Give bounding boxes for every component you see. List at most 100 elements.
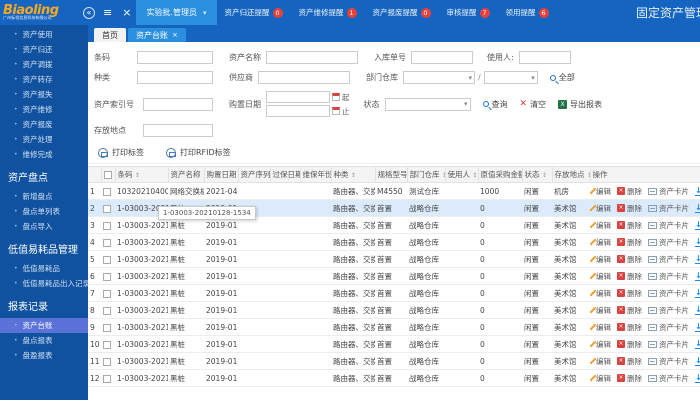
asset-card-button[interactable]: 资产卡片 bbox=[648, 305, 689, 316]
sidebar-item-低值易耗品出入记录[interactable]: • 低值易耗品出入记录 bbox=[0, 276, 88, 291]
download-button[interactable]: ↓下载 bbox=[695, 356, 700, 367]
delete-button[interactable]: × 删除 bbox=[617, 237, 642, 248]
asset-card-button[interactable]: 资产卡片 bbox=[648, 373, 689, 384]
edit-button[interactable]: 编辑 bbox=[590, 254, 611, 265]
reminder-tab-3[interactable]: 审核提醒 7 bbox=[439, 7, 498, 18]
calendar-icon[interactable] bbox=[332, 93, 340, 101]
delete-button[interactable]: × 删除 bbox=[617, 305, 642, 316]
edit-button[interactable]: 编辑 bbox=[590, 271, 611, 282]
edit-button[interactable]: 编辑 bbox=[590, 305, 611, 316]
status-select[interactable]: ▾ bbox=[384, 97, 471, 111]
sort-icon[interactable]: ↕ bbox=[135, 172, 140, 179]
download-button[interactable]: ↓下载 bbox=[695, 339, 700, 350]
asset-card-button[interactable]: 资产卡片 bbox=[648, 254, 689, 265]
date-from-input[interactable] bbox=[266, 91, 330, 103]
supplier-input[interactable] bbox=[258, 71, 350, 84]
tab-close-icon[interactable]: × bbox=[172, 31, 178, 39]
asset-index-input[interactable] bbox=[143, 97, 213, 111]
col-header-种类[interactable]: 种类 ↕ bbox=[331, 166, 376, 183]
sidebar-item-资产处理[interactable]: • 资产处理 bbox=[0, 132, 88, 147]
user-input[interactable] bbox=[518, 51, 571, 64]
sidebar-item-资产调拨[interactable]: • 资产调拨 bbox=[0, 57, 88, 72]
col-header-资产名称[interactable]: 资产名称 ↕ bbox=[168, 166, 205, 183]
sort-icon[interactable]: ↕ bbox=[542, 172, 547, 179]
sidebar-item-盘点单列表[interactable]: • 盘点单列表 bbox=[0, 204, 88, 219]
col-header-规格型号[interactable]: 规格型号 ↕ bbox=[375, 166, 408, 183]
row-checkbox[interactable] bbox=[103, 272, 111, 281]
reminder-tab-1[interactable]: 资产维修提醒 1 bbox=[291, 7, 365, 18]
print-label-button[interactable]: 打印标签 bbox=[98, 147, 144, 158]
download-button[interactable]: ↓下载 bbox=[695, 288, 700, 299]
sort-icon[interactable]: ↕ bbox=[351, 172, 356, 179]
reminder-tab-2[interactable]: 资产报废提醒 0 bbox=[365, 7, 439, 18]
asset-card-button[interactable]: 资产卡片 bbox=[648, 271, 689, 282]
row-checkbox[interactable] bbox=[103, 374, 111, 383]
delete-button[interactable]: × 删除 bbox=[617, 339, 642, 350]
delete-button[interactable]: × 删除 bbox=[617, 288, 642, 299]
asset-card-button[interactable]: 资产卡片 bbox=[648, 339, 689, 350]
tab-首页[interactable]: 首页 bbox=[94, 28, 126, 42]
menu-icon[interactable]: ≡ bbox=[103, 6, 112, 19]
edit-button[interactable]: 编辑 bbox=[590, 356, 611, 367]
asset-card-button[interactable]: 资产卡片 bbox=[648, 203, 689, 214]
col-header-使用人[interactable]: 使用人 ↕ bbox=[445, 166, 479, 183]
col-header-过保日期[interactable]: 过保日期 ↕ bbox=[270, 166, 301, 183]
col-header-状态[interactable]: 状态 ↕ bbox=[522, 166, 553, 183]
download-button[interactable]: ↓下载 bbox=[695, 305, 700, 316]
print-rfid-label-button[interactable]: 打印RFID标签 bbox=[166, 147, 231, 158]
asset-card-button[interactable]: 资产卡片 bbox=[648, 356, 689, 367]
download-button[interactable]: ↓下载 bbox=[695, 322, 700, 333]
delete-button[interactable]: × 删除 bbox=[617, 322, 642, 333]
asset-card-button[interactable]: 资产卡片 bbox=[648, 288, 689, 299]
warehouse-select[interactable]: ▾ bbox=[483, 71, 538, 84]
row-checkbox[interactable] bbox=[103, 323, 111, 332]
sidebar-item-新增盘点[interactable]: • 新增盘点 bbox=[0, 189, 88, 204]
sidebar-item-资产台账[interactable]: • 资产台账 bbox=[0, 318, 88, 333]
barcode-input[interactable] bbox=[137, 51, 213, 64]
sidebar-item-资产归还[interactable]: • 资产归还 bbox=[0, 42, 88, 57]
delete-button[interactable]: × 删除 bbox=[617, 254, 642, 265]
search-button[interactable]: 查询 bbox=[482, 99, 508, 110]
all-button[interactable]: 全部 bbox=[549, 72, 575, 83]
row-checkbox[interactable] bbox=[103, 204, 111, 213]
edit-button[interactable]: 编辑 bbox=[590, 339, 611, 350]
download-button[interactable]: ↓下载 bbox=[695, 220, 700, 231]
sidebar-item-维修完成[interactable]: • 维修完成 bbox=[0, 147, 88, 162]
edit-button[interactable]: 编辑 bbox=[590, 186, 611, 197]
edit-button[interactable]: 编辑 bbox=[590, 373, 611, 384]
edit-button[interactable]: 编辑 bbox=[590, 237, 611, 248]
delete-button[interactable]: × 删除 bbox=[617, 356, 642, 367]
row-checkbox[interactable] bbox=[103, 255, 111, 264]
delete-button[interactable]: × 删除 bbox=[617, 186, 642, 197]
download-button[interactable]: ↓下载 bbox=[695, 271, 700, 282]
row-checkbox[interactable] bbox=[103, 357, 111, 366]
row-checkbox[interactable] bbox=[103, 289, 111, 298]
clear-button[interactable]: ✕ 清空 bbox=[520, 99, 547, 110]
row-checkbox[interactable] bbox=[103, 221, 111, 230]
close-icon[interactable]: × bbox=[122, 6, 131, 19]
date-to-input[interactable] bbox=[266, 105, 330, 117]
delete-button[interactable]: × 删除 bbox=[617, 203, 642, 214]
edit-button[interactable]: 编辑 bbox=[590, 220, 611, 231]
download-button[interactable]: ↓下载 bbox=[695, 254, 700, 265]
asset-card-button[interactable]: 资产卡片 bbox=[648, 237, 689, 248]
user-session-tab[interactable]: 实验批.管理员 ▾ bbox=[136, 0, 217, 25]
row-checkbox[interactable] bbox=[103, 238, 111, 247]
row-checkbox[interactable] bbox=[103, 340, 111, 349]
sidebar-item-资产报失[interactable]: • 资产报失 bbox=[0, 87, 88, 102]
sidebar-item-盘点导入[interactable]: • 盘点导入 bbox=[0, 219, 88, 234]
sidebar-item-资产转存[interactable]: • 资产转存 bbox=[0, 72, 88, 87]
collapse-sidebar-icon[interactable]: « bbox=[83, 6, 95, 19]
download-button[interactable]: ↓下载 bbox=[695, 373, 700, 384]
asset-card-button[interactable]: 资产卡片 bbox=[648, 322, 689, 333]
sidebar-item-资产维修[interactable]: • 资产维修 bbox=[0, 102, 88, 117]
sidebar-item-盘点报表[interactable]: • 盘点报表 bbox=[0, 333, 88, 348]
department-select[interactable]: ▾ bbox=[403, 71, 475, 84]
select-all-checkbox[interactable] bbox=[103, 171, 112, 179]
row-checkbox[interactable] bbox=[103, 306, 111, 315]
edit-button[interactable]: 编辑 bbox=[590, 322, 611, 333]
delete-button[interactable]: × 删除 bbox=[617, 271, 642, 282]
edit-button[interactable]: 编辑 bbox=[590, 203, 611, 214]
col-header-原值采购金额[interactable]: 原值采购金额 ↕ bbox=[478, 166, 523, 183]
sidebar-item-资产报废[interactable]: • 资产报废 bbox=[0, 117, 88, 132]
